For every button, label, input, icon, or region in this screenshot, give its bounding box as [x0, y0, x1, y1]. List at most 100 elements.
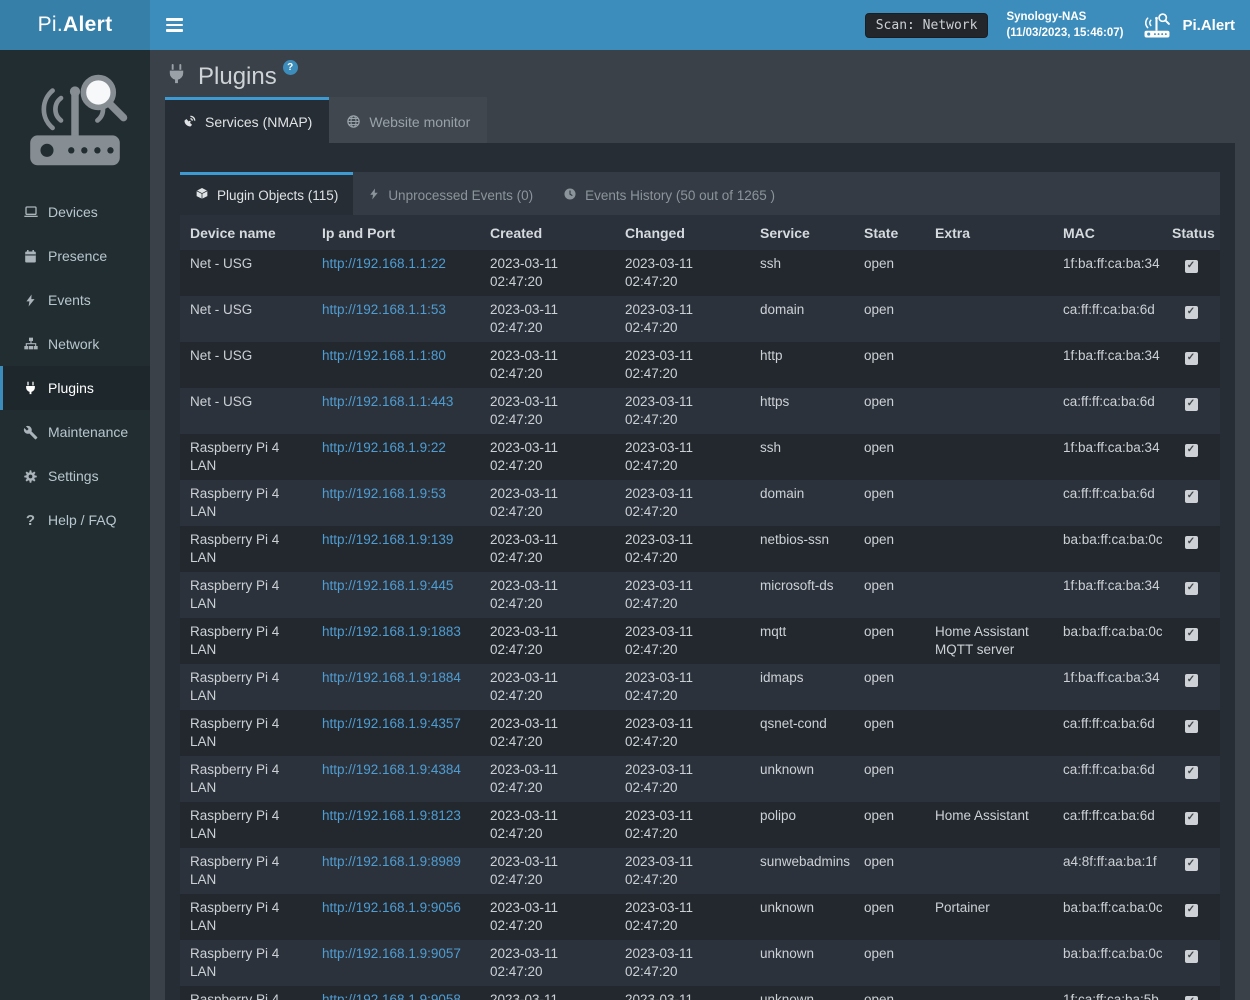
- ip-port-link[interactable]: http://192.168.1.9:22: [322, 440, 446, 455]
- ip-port-link[interactable]: http://192.168.1.9:1884: [322, 670, 461, 685]
- device-name-cell: Raspberry Pi 4 LAN: [180, 434, 312, 480]
- status-checkbox[interactable]: [1185, 306, 1198, 319]
- status-checkbox[interactable]: [1185, 260, 1198, 273]
- navbar-app-brand[interactable]: Pi.Alert: [1141, 12, 1235, 39]
- status-checkbox[interactable]: [1185, 812, 1198, 825]
- col-mac[interactable]: MAC: [1053, 215, 1162, 250]
- status-checkbox[interactable]: [1185, 858, 1198, 871]
- state-cell: open: [854, 250, 925, 296]
- extra-cell: Portainer: [925, 894, 1053, 940]
- status-cell: [1162, 434, 1220, 480]
- changed-cell: 2023-03-11 02:47:20: [615, 802, 750, 848]
- sidebar-item-network[interactable]: Network: [0, 322, 150, 366]
- device-name-cell: Raspberry Pi 4 LAN: [180, 986, 312, 1000]
- status-checkbox[interactable]: [1185, 536, 1198, 549]
- sidebar-item-events[interactable]: Events: [0, 278, 150, 322]
- status-checkbox[interactable]: [1185, 398, 1198, 411]
- ip-port-link[interactable]: http://192.168.1.1:53: [322, 302, 446, 317]
- ip-port-link[interactable]: http://192.168.1.9:4384: [322, 762, 461, 777]
- ip-port-link[interactable]: http://192.168.1.9:9057: [322, 946, 461, 961]
- subtab-unprocessed-events[interactable]: Unprocessed Events (0): [353, 172, 548, 215]
- col-changed[interactable]: Changed: [615, 215, 750, 250]
- col-status[interactable]: Status: [1162, 215, 1220, 250]
- sidebar: Devices Presence Events Network: [0, 50, 150, 1000]
- subtab-events-history[interactable]: Events History (50 out of 1265 ): [548, 172, 790, 215]
- created-cell: 2023-03-11 02:47:20: [480, 618, 615, 664]
- help-badge[interactable]: ?: [283, 60, 298, 75]
- ip-port-link[interactable]: http://192.168.1.1:22: [322, 256, 446, 271]
- table-header-row: Device name Ip and Port Created Changed …: [180, 215, 1220, 250]
- device-name-cell: Raspberry Pi 4 LAN: [180, 710, 312, 756]
- sidebar-item-label: Network: [48, 336, 99, 352]
- col-ip-and-port[interactable]: Ip and Port: [312, 215, 480, 250]
- top-navbar: Pi.Alert Scan: Network Synology-NAS (11/…: [0, 0, 1250, 50]
- status-checkbox[interactable]: [1185, 766, 1198, 779]
- hamburger-icon: [166, 18, 183, 32]
- status-checkbox[interactable]: [1185, 904, 1198, 917]
- status-checkbox[interactable]: [1185, 352, 1198, 365]
- sidebar-item-settings[interactable]: Settings: [0, 454, 150, 498]
- tab-website-monitor[interactable]: Website monitor: [329, 97, 487, 143]
- status-cell: [1162, 342, 1220, 388]
- col-state[interactable]: State: [854, 215, 925, 250]
- device-name-cell: Net - USG: [180, 296, 312, 342]
- main-content: Plugins ? Services (NMAP) Website monito…: [150, 50, 1250, 1000]
- brand-logo[interactable]: Pi.Alert: [0, 0, 150, 50]
- status-checkbox[interactable]: [1185, 996, 1198, 1000]
- sidebar-item-help-faq[interactable]: ? Help / FAQ: [0, 498, 150, 542]
- device-name-cell: Raspberry Pi 4 LAN: [180, 848, 312, 894]
- sidebar-item-label: Events: [48, 292, 91, 308]
- created-cell: 2023-03-11 02:47:20: [480, 986, 615, 1000]
- col-extra[interactable]: Extra: [925, 215, 1053, 250]
- sidebar-item-presence[interactable]: Presence: [0, 234, 150, 278]
- brand-prefix: Pi.: [38, 13, 63, 37]
- table-row: Raspberry Pi 4 LAN http://192.168.1.9:90…: [180, 986, 1220, 1000]
- ip-port-link[interactable]: http://192.168.1.9:9058: [322, 992, 461, 1000]
- table-row: Raspberry Pi 4 LAN http://192.168.1.9:53…: [180, 480, 1220, 526]
- ip-port-link[interactable]: http://192.168.1.9:1883: [322, 624, 461, 639]
- created-cell: 2023-03-11 02:47:20: [480, 434, 615, 480]
- ip-port-link[interactable]: http://192.168.1.1:80: [322, 348, 446, 363]
- col-service[interactable]: Service: [750, 215, 854, 250]
- state-cell: open: [854, 756, 925, 802]
- status-checkbox[interactable]: [1185, 490, 1198, 503]
- sidebar-toggle-button[interactable]: [150, 0, 199, 50]
- ip-port-link[interactable]: http://192.168.1.9:4357: [322, 716, 461, 731]
- device-name-cell: Raspberry Pi 4 LAN: [180, 940, 312, 986]
- ip-port-cell: http://192.168.1.9:139: [312, 526, 480, 572]
- ip-port-cell: http://192.168.1.9:9056: [312, 894, 480, 940]
- ip-port-link[interactable]: http://192.168.1.9:445: [322, 578, 453, 593]
- status-checkbox[interactable]: [1185, 950, 1198, 963]
- col-device-name[interactable]: Device name: [180, 215, 312, 250]
- state-cell: open: [854, 388, 925, 434]
- ip-port-link[interactable]: http://192.168.1.9:53: [322, 486, 446, 501]
- state-cell: open: [854, 480, 925, 526]
- plug-icon: [22, 381, 39, 396]
- status-checkbox[interactable]: [1185, 674, 1198, 687]
- ip-port-cell: http://192.168.1.9:9057: [312, 940, 480, 986]
- device-name-cell: Raspberry Pi 4 LAN: [180, 894, 312, 940]
- sidebar-item-devices[interactable]: Devices: [0, 190, 150, 234]
- sidebar-item-plugins[interactable]: Plugins: [0, 366, 150, 410]
- ip-port-link[interactable]: http://192.168.1.9:9056: [322, 900, 461, 915]
- ip-port-link[interactable]: http://192.168.1.9:8123: [322, 808, 461, 823]
- created-cell: 2023-03-11 02:47:20: [480, 802, 615, 848]
- subtab-plugin-objects[interactable]: Plugin Objects (115): [180, 172, 353, 215]
- ip-port-link[interactable]: http://192.168.1.1:443: [322, 394, 453, 409]
- sidebar-item-maintenance[interactable]: Maintenance: [0, 410, 150, 454]
- mac-cell: ba:ba:ff:ca:ba:0c: [1053, 526, 1162, 572]
- tab-services-nmap[interactable]: Services (NMAP): [165, 97, 329, 143]
- navbar-app-name: Pi.Alert: [1182, 17, 1235, 34]
- status-checkbox[interactable]: [1185, 582, 1198, 595]
- device-name-cell: Net - USG: [180, 342, 312, 388]
- status-checkbox[interactable]: [1185, 628, 1198, 641]
- ip-port-link[interactable]: http://192.168.1.9:8989: [322, 854, 461, 869]
- plugin-objects-table: Device name Ip and Port Created Changed …: [180, 215, 1220, 1000]
- col-created[interactable]: Created: [480, 215, 615, 250]
- ip-port-link[interactable]: http://192.168.1.9:139: [322, 532, 453, 547]
- service-cell: unknown: [750, 986, 854, 1000]
- status-cell: [1162, 710, 1220, 756]
- status-checkbox[interactable]: [1185, 444, 1198, 457]
- status-checkbox[interactable]: [1185, 720, 1198, 733]
- sidebar-item-label: Presence: [48, 248, 107, 264]
